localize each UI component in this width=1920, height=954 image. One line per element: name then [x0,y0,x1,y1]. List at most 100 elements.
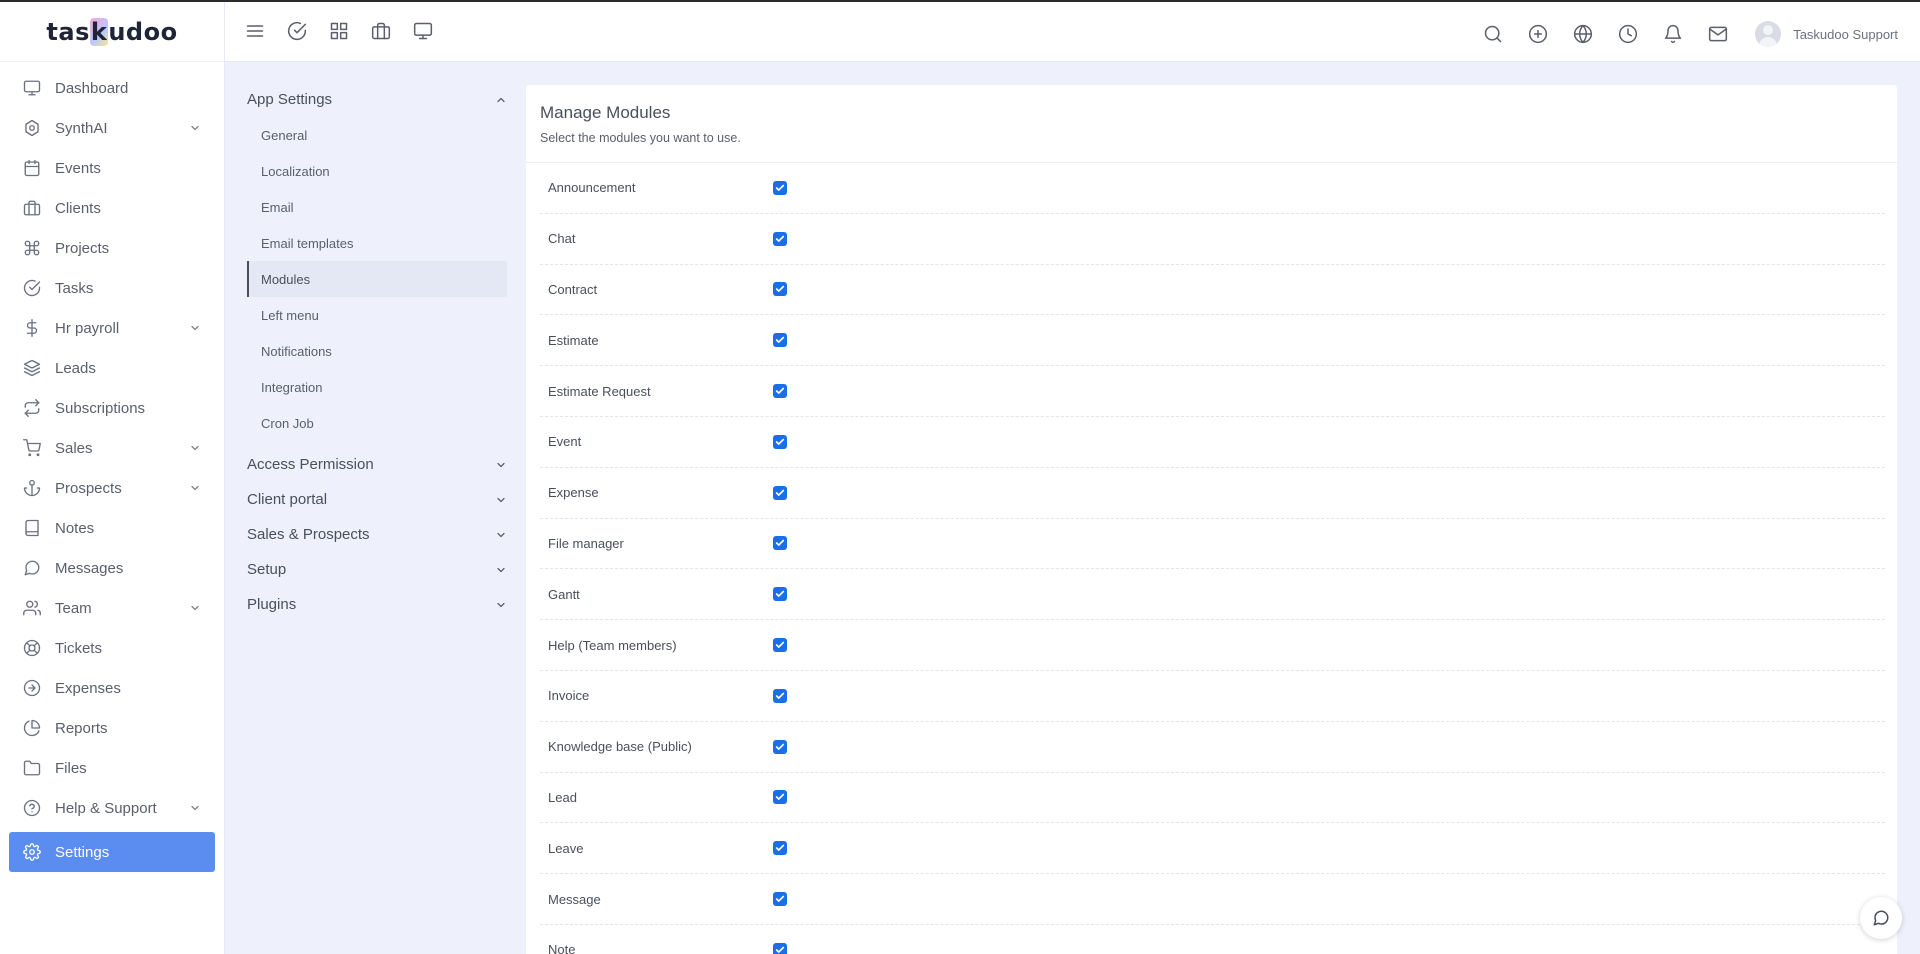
sidebar-item-prospects[interactable]: Prospects [9,468,215,508]
chat-button[interactable] [1860,897,1902,939]
search-icon[interactable] [1483,24,1503,44]
briefcase-icon[interactable] [371,21,391,41]
user-menu[interactable]: Taskudoo Support [1755,21,1898,47]
module-label: File manager [548,535,624,551]
settings-item-email-templates[interactable]: Email templates [247,225,507,261]
module-checkbox[interactable] [773,638,787,653]
module-checkbox[interactable] [773,434,787,449]
module-checkbox[interactable] [773,587,787,602]
module-label: Event [548,434,582,450]
clock-icon[interactable] [1618,24,1638,44]
check-icon [775,286,785,293]
sidebar-item-notes[interactable]: Notes [9,508,215,548]
sidebar-item-hr-payroll[interactable]: Hr payroll [9,308,215,348]
globe-icon[interactable] [1573,24,1593,44]
brand-logo[interactable]: taskudoo [0,2,224,62]
settings-group-setup[interactable]: Setup [247,552,507,587]
settings-group-label: Client portal [247,491,328,508]
sidebar-item-team[interactable]: Team [9,588,215,628]
settings-item-integration[interactable]: Integration [247,369,507,405]
check-circle-icon[interactable] [287,21,307,41]
chevron-down-icon [189,442,201,454]
settings-item-notifications[interactable]: Notifications [247,333,507,369]
sidebar-item-messages[interactable]: Messages [9,548,215,588]
module-checkbox[interactable] [773,892,787,907]
module-checkbox[interactable] [773,942,787,954]
module-label: Announcement [548,180,636,196]
module-checkbox[interactable] [773,180,787,195]
chevron-down-icon [495,529,507,541]
sidebar-item-help-support[interactable]: Help & Support [9,788,215,828]
module-checkbox[interactable] [773,536,787,551]
sidebar-item-subscriptions[interactable]: Subscriptions [9,388,215,428]
settings-item-cron-job[interactable]: Cron Job [247,405,507,441]
module-row-gantt: Gantt [540,569,1885,621]
sidebar-item-label: Events [55,159,101,177]
panel-header: Manage Modules Select the modules you wa… [526,85,1897,163]
module-checkbox[interactable] [773,282,787,297]
module-checkbox[interactable] [773,790,787,805]
bell-icon[interactable] [1663,24,1683,44]
sidebar-item-events[interactable]: Events [9,148,215,188]
sidebar-item-label: Prospects [55,479,122,497]
check-icon [775,895,785,902]
module-label: Note [548,942,576,954]
module-row-event: Event [540,417,1885,468]
check-icon [775,590,785,598]
module-row-expense: Expense [540,468,1885,519]
settings-group-plugins[interactable]: Plugins [247,587,507,622]
monitor-icon[interactable] [413,21,433,41]
module-checkbox[interactable] [773,231,787,246]
sidebar-item-dashboard[interactable]: Dashboard [9,68,215,108]
check-icon [775,489,785,496]
settings-group-access-permission[interactable]: Access Permission [247,447,507,482]
module-checkbox[interactable] [773,688,787,703]
module-checkbox[interactable] [773,841,787,856]
settings-item-modules[interactable]: Modules [247,261,507,297]
grid-icon[interactable] [329,21,349,41]
menu-icon[interactable] [245,21,265,41]
settings-group-app-settings[interactable]: App Settings [247,82,507,117]
mail-icon[interactable] [1708,24,1728,44]
module-checkbox[interactable] [773,333,787,348]
chevron-down-icon [189,122,201,134]
module-row-leave: Leave [540,823,1885,875]
check-icon [775,235,785,242]
sidebar-item-label: Dashboard [55,79,129,97]
sidebar-item-settings[interactable]: Settings [9,832,215,872]
settings-item-localization[interactable]: Localization [247,153,507,189]
module-checkbox[interactable] [773,739,787,754]
arrow-circle-icon [23,679,41,697]
sidebar-item-sales[interactable]: Sales [9,428,215,468]
chevron-down-icon [189,802,201,814]
settings-item-general[interactable]: General [247,117,507,153]
sidebar-item-projects[interactable]: Projects [9,228,215,268]
user-name: Taskudoo Support [1793,26,1898,42]
module-checkbox[interactable] [773,384,787,399]
sidebar-item-synthai[interactable]: SynthAI [9,108,215,148]
settings-group-sales-prospects[interactable]: Sales & Prospects [247,517,507,552]
sidebar-item-label: Leads [55,359,96,377]
plus-circle-icon[interactable] [1528,24,1548,44]
sidebar-item-clients[interactable]: Clients [9,188,215,228]
avatar [1755,21,1782,47]
sidebar-item-expenses[interactable]: Expenses [9,668,215,708]
check-icon [775,387,785,394]
settings-group-label: Plugins [247,596,297,613]
anchor-icon [23,479,41,497]
settings-item-left-menu[interactable]: Left menu [247,297,507,333]
sidebar-item-leads[interactable]: Leads [9,348,215,388]
settings-group-label: Setup [247,561,287,578]
sidebar-item-label: Files [55,759,87,777]
sidebar-item-reports[interactable]: Reports [9,708,215,748]
sidebar-item-tickets[interactable]: Tickets [9,628,215,668]
sidebar-item-files[interactable]: Files [9,748,215,788]
check-icon [775,743,785,750]
module-checkbox[interactable] [773,485,787,500]
module-row-invoice: Invoice [540,671,1885,722]
settings-item-email[interactable]: Email [247,189,507,225]
sidebar-item-tasks[interactable]: Tasks [9,268,215,308]
layers-icon [23,359,41,377]
settings-group-client-portal[interactable]: Client portal [247,482,507,517]
module-label: Estimate Request [548,383,651,399]
